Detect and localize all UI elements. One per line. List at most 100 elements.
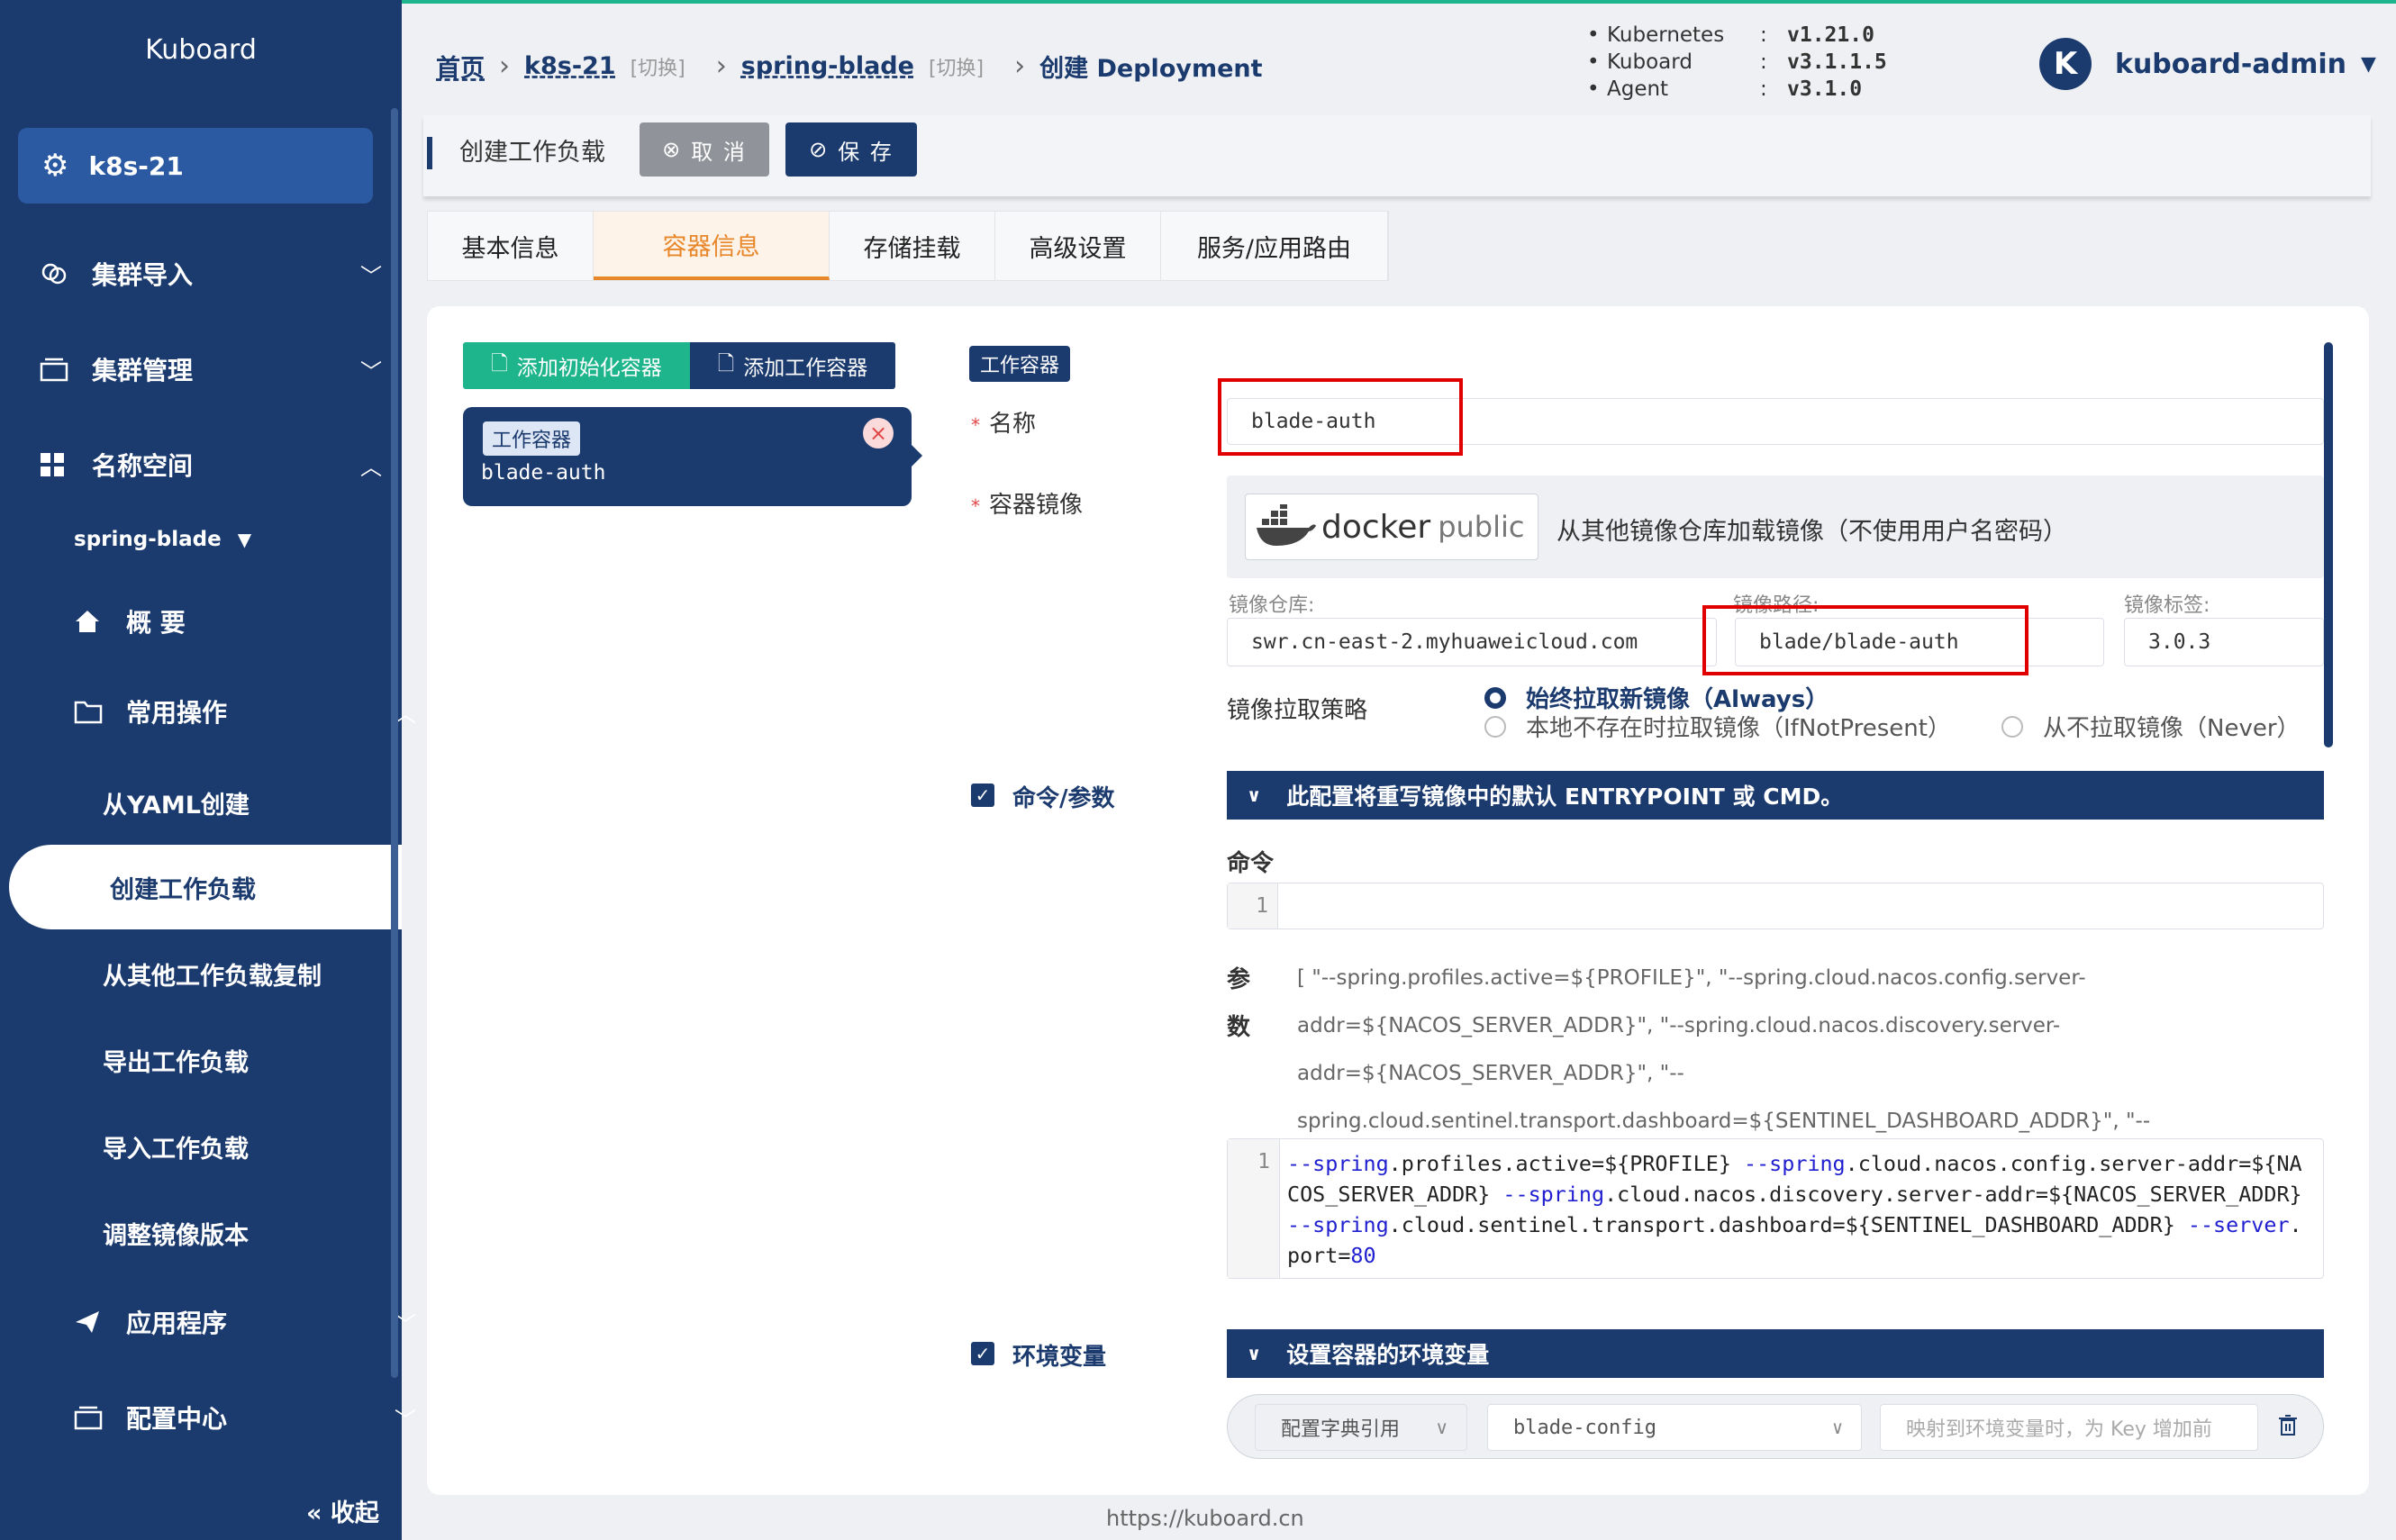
- username: kuboard-admin: [2115, 48, 2346, 80]
- sidebar-item-cluster-import[interactable]: 集群导入 ﹀: [40, 256, 427, 292]
- container-card[interactable]: 工作容器 blade-auth ×: [463, 407, 922, 506]
- cmd-section-header[interactable]: ∨ 此配置将重写镜像中的默认 ENTRYPOINT 或 CMD。: [1227, 771, 2324, 820]
- radio-icon: [1484, 715, 1506, 738]
- line-number: 1: [1228, 1139, 1280, 1278]
- sidebar-sub-create-workload[interactable]: 创建工作负载: [9, 845, 402, 929]
- namespace-selector[interactable]: spring-blade ▼: [74, 528, 251, 551]
- sidebar-item-label: 集群管理: [92, 356, 194, 385]
- container-card-name: blade-auth: [481, 461, 606, 485]
- container-type-tag: 工作容器: [483, 421, 581, 456]
- args-label: 参数: [1227, 966, 1251, 1041]
- name-label: * 名称: [971, 411, 1037, 438]
- env-prefix-input[interactable]: 映射到环境变量时，为 Key 增加前: [1880, 1404, 2258, 1451]
- send-icon: [74, 1309, 106, 1335]
- remove-container-icon[interactable]: ×: [863, 418, 894, 448]
- checkbox-checked-icon[interactable]: ✓: [971, 1342, 994, 1365]
- add-init-label: 添加初始化容器: [516, 357, 662, 380]
- user-menu[interactable]: K kuboard-admin ▼: [2039, 38, 2376, 90]
- repo-input[interactable]: swr.cn-east-2.myhuaweicloud.com: [1227, 618, 1717, 666]
- env-section-header[interactable]: ∨ 设置容器的环境变量: [1227, 1329, 2324, 1378]
- command-editor[interactable]: 1: [1227, 883, 2324, 929]
- sidebar-item-label: 常用操作: [126, 698, 228, 728]
- chevron-right-icon: ›: [715, 50, 727, 82]
- sidebar-sub-from-yaml[interactable]: 从YAML创建: [103, 785, 250, 820]
- add-init-container-button[interactable]: 🗋 添加初始化容器: [463, 342, 690, 389]
- breadcrumb-switch-namespace[interactable]: [切换]: [929, 52, 984, 81]
- close-circle-icon: ⊗: [662, 137, 683, 162]
- breadcrumb-home[interactable]: 首页: [436, 49, 485, 84]
- breadcrumb-namespace[interactable]: spring-blade: [741, 52, 914, 80]
- line-number: 1: [1228, 883, 1278, 929]
- add-work-container-button[interactable]: 🗋 添加工作容器: [690, 342, 895, 389]
- save-button[interactable]: ⊘ 保 存: [785, 122, 917, 177]
- breadcrumb-cluster[interactable]: k8s-21: [524, 52, 616, 80]
- chevron-down-icon: ﹀: [360, 358, 382, 385]
- tab-basic-info[interactable]: 基本信息: [428, 212, 594, 280]
- sidebar-scrollbar[interactable]: [391, 108, 398, 1378]
- pull-policy-ifnotpresent[interactable]: 本地不存在时拉取镜像（IfNotPresent）: [1484, 710, 1951, 743]
- env-type-value: 配置字典引用: [1281, 1418, 1401, 1441]
- checkbox-checked-icon[interactable]: ✓: [971, 784, 994, 807]
- tab-storage-mount[interactable]: 存储挂载: [830, 212, 995, 280]
- sidebar-item-overview[interactable]: 概 要: [74, 603, 461, 639]
- namespace-name: spring-blade: [74, 528, 222, 551]
- env-type-select[interactable]: 配置字典引用 ∨: [1255, 1404, 1467, 1451]
- sidebar-item-cluster-manage[interactable]: 集群管理 ﹀: [40, 351, 427, 387]
- tab-service-route[interactable]: 服务/应用路由: [1161, 212, 1388, 280]
- sidebar-item-label: 应用程序: [126, 1309, 228, 1338]
- breadcrumb-switch-cluster[interactable]: [切换]: [631, 52, 685, 81]
- header: 首页 › k8s-21 [切换] › spring-blade [切换] › 创…: [402, 4, 2396, 112]
- image-label-text: 容器镜像: [989, 492, 1084, 519]
- chevron-down-icon: ﹀: [360, 263, 382, 289]
- collapse-button[interactable]: « 收起: [306, 1493, 379, 1528]
- breadcrumb-current: 创建 Deployment: [1039, 55, 1263, 83]
- env-config-select[interactable]: blade-config ∨: [1487, 1404, 1862, 1451]
- version-value: v3.1.1.5: [1787, 50, 1887, 74]
- file-plus-icon: 🗋: [491, 351, 508, 376]
- cluster-name: k8s-21: [88, 150, 184, 181]
- chevron-right-icon: ›: [499, 50, 510, 82]
- name-label-text: 名称: [989, 411, 1037, 438]
- sidebar-item-common-ops[interactable]: 常用操作 ︿: [74, 693, 461, 729]
- version-name: Agent: [1607, 77, 1669, 101]
- section-tag: 工作容器: [969, 346, 1071, 382]
- repo-label: 镜像仓库:: [1229, 594, 1315, 617]
- avatar: K: [2039, 38, 2092, 90]
- cmd-args-checkbox-label: 命令/参数: [1012, 785, 1115, 812]
- sidebar-sub-copy-workload[interactable]: 从其他工作负载复制: [103, 956, 322, 992]
- pull-policy-never[interactable]: 从不拉取镜像（Never）: [2001, 710, 2301, 743]
- chevron-down-icon: ﹀: [395, 1407, 416, 1433]
- docker-public-word: public: [1438, 510, 1525, 544]
- docker-whale-icon: [1255, 504, 1318, 549]
- version-value: v1.21.0: [1787, 23, 1874, 47]
- tag-input[interactable]: 3.0.3: [2124, 618, 2324, 666]
- chevron-up-icon: ︿: [360, 454, 382, 480]
- env-section-text: 设置容器的环境变量: [1286, 1342, 1490, 1368]
- image-source-panel: docker public 从其他镜像仓库加载镜像（不使用用户名密码）: [1227, 476, 2324, 578]
- tab-advanced[interactable]: 高级设置: [995, 212, 1161, 280]
- version-row: • Kubernetes: v1.21.0: [1587, 23, 1874, 47]
- docker-public-button[interactable]: docker public: [1245, 494, 1538, 560]
- panel-scrollbar[interactable]: [2324, 342, 2333, 747]
- chevron-right-icon: ›: [1014, 50, 1026, 82]
- collapse-label: 收起: [330, 1499, 379, 1527]
- home-icon: [74, 609, 106, 634]
- sidebar-sub-adjust-image[interactable]: 调整镜像版本: [103, 1216, 249, 1251]
- sidebar-sub-import-workload[interactable]: 导入工作负载: [103, 1129, 249, 1164]
- version-row: • Kuboard: v3.1.1.5: [1587, 50, 1887, 74]
- highlight-box: [1218, 378, 1463, 456]
- trash-icon[interactable]: [2278, 1415, 2298, 1436]
- cancel-button[interactable]: ⊗ 取 消: [640, 122, 769, 177]
- tab-container-info[interactable]: 容器信息: [594, 212, 830, 280]
- radio-icon: [2001, 715, 2023, 738]
- sidebar-item-namespace[interactable]: 名称空间 ︿: [40, 447, 427, 483]
- args-editor[interactable]: 1 --spring.profiles.active=${PROFILE} --…: [1227, 1138, 2324, 1279]
- footer-url[interactable]: https://kuboard.cn: [1106, 1506, 1304, 1531]
- cluster-selector[interactable]: ⚙ k8s-21: [18, 128, 373, 204]
- sidebar: Kuboard ⚙ k8s-21 集群导入 ﹀ 集群管理 ﹀ 名称空间 ︿ sp…: [0, 0, 416, 1540]
- sidebar-item-config[interactable]: 配置中心 ﹀: [74, 1400, 461, 1436]
- sidebar-sub-export-workload[interactable]: 导出工作负载: [103, 1043, 249, 1078]
- sidebar-item-apps[interactable]: 应用程序 ﹀: [74, 1304, 461, 1340]
- link-icon: [40, 259, 72, 288]
- command-label: 命令: [1227, 850, 1275, 877]
